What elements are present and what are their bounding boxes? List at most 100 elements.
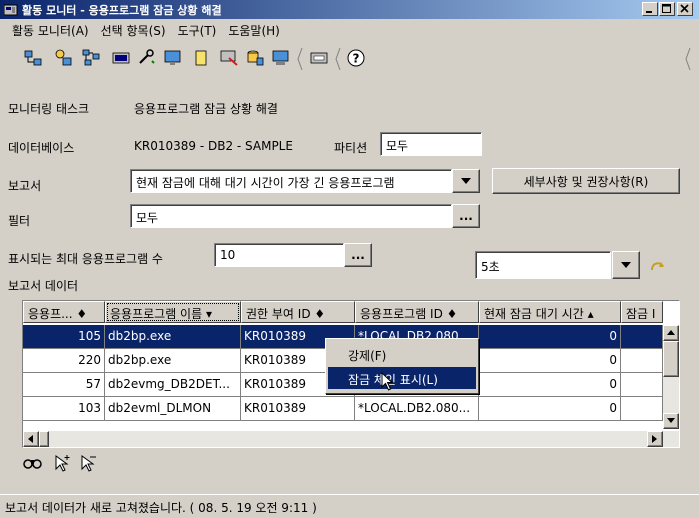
pointer-icon: [81, 455, 96, 472]
note-button[interactable]: [190, 47, 212, 69]
database-label: 데이터베이스: [8, 141, 75, 155]
note-icon: [195, 50, 207, 66]
report-select[interactable]: 현재 잠금에 대해 대기 시간이 가장 긴 응용프로그램: [130, 169, 452, 193]
terminal-icon: [112, 52, 130, 64]
partition-label: 파티션: [334, 141, 368, 155]
filter-browse-button[interactable]: ...: [452, 204, 480, 228]
cell-lock: [621, 349, 663, 373]
max-apps-label: 표시되는 최대 응용프로그램 수: [8, 252, 163, 266]
cell-app-handle: 103: [23, 397, 105, 421]
horizontal-scrollbar[interactable]: [23, 431, 679, 447]
table-row[interactable]: 103 db2evml_DLMON KR010389 *LOCAL.DB2.08…: [23, 397, 663, 421]
vertical-scroll-thumb[interactable]: [663, 341, 679, 377]
minimize-icon: [646, 11, 652, 13]
computer-icon: [272, 50, 289, 65]
data-button[interactable]: [218, 47, 240, 69]
scroll-left-button[interactable]: [23, 431, 39, 447]
column-header-app-name[interactable]: 응용프로그램 이름 ▾: [105, 301, 241, 323]
chevron-down-icon: [461, 178, 471, 184]
toolbar: ?: [0, 43, 699, 75]
data-icon: [220, 50, 238, 66]
wrench-button[interactable]: [136, 47, 158, 69]
binoculars-icon: [23, 459, 42, 469]
window-icon: [310, 52, 328, 64]
column-header-auth-id[interactable]: 권한 부여 ID ♦: [241, 301, 355, 323]
arrow-down-icon: [667, 418, 675, 423]
max-apps-browse-button[interactable]: ...: [344, 243, 372, 267]
details-recommendations-button[interactable]: 세부사항 및 권장사항(R): [492, 168, 680, 194]
cell-app-handle: 57: [23, 373, 105, 397]
cell-lock-wait-time: 0: [479, 397, 621, 421]
filter-field[interactable]: 모두: [130, 204, 452, 228]
close-button[interactable]: [677, 2, 693, 16]
toolbar-separator-2: [334, 47, 342, 71]
scroll-down-button[interactable]: [663, 413, 679, 429]
help-button[interactable]: ?: [345, 47, 367, 69]
cell-lock-wait-time: 0: [479, 325, 621, 349]
find-button[interactable]: [22, 452, 44, 474]
context-menu: 강제(F) 잠금 체인 표시(L): [325, 338, 479, 394]
minimize-button[interactable]: [642, 2, 658, 16]
cell-lock-wait-time: 0: [479, 349, 621, 373]
status-bar: 보고서 데이터가 새로 고쳐졌습니다. ( 08. 5. 19 오전 9:11 …: [0, 494, 699, 518]
refresh-icon: [650, 262, 664, 271]
monitor-settings-icon: [164, 50, 181, 65]
column-header-app-handle[interactable]: 응용프... ♦: [23, 301, 105, 323]
cell-app-name: db2evml_DLMON: [105, 397, 241, 421]
deselect-pointer-button[interactable]: [78, 452, 100, 474]
refresh-dropdown-button[interactable]: [612, 251, 640, 279]
horizontal-scroll-thumb[interactable]: [39, 431, 49, 447]
connect-button[interactable]: [22, 47, 44, 69]
cell-app-handle: 220: [23, 349, 105, 373]
toolbar-end: [684, 47, 692, 71]
report-dropdown-button[interactable]: [452, 169, 480, 193]
menu-tools[interactable]: 도구(T): [172, 22, 223, 39]
column-header-lock[interactable]: 잠금 I: [621, 301, 663, 323]
menu-help[interactable]: 도움말(H): [222, 22, 286, 39]
window-button[interactable]: [308, 47, 330, 69]
cell-lock-wait-time: 0: [479, 373, 621, 397]
network-button[interactable]: [80, 47, 102, 69]
database-value: KR010389 - DB2 - SAMPLE: [134, 139, 293, 153]
menu-activity-monitor[interactable]: 활동 모니터(A): [6, 22, 95, 39]
maximize-icon: [662, 4, 671, 13]
max-apps-field[interactable]: 10: [214, 243, 344, 267]
column-header-app-id[interactable]: 응용프로그램 ID ♦: [355, 301, 479, 323]
network-icon: [82, 49, 100, 66]
filter-label: 필터: [8, 214, 31, 228]
database-button[interactable]: [244, 47, 266, 69]
wrench-icon: [139, 49, 155, 64]
mouse-cursor-icon: [381, 371, 395, 392]
terminal-button[interactable]: [110, 47, 132, 69]
title-bar: 활동 모니터 - 응용프로그램 잠금 상황 해결: [0, 0, 699, 19]
context-menu-force[interactable]: 강제(F): [328, 343, 476, 365]
database-icon: [247, 50, 264, 66]
refresh-interval-select[interactable]: 5초: [475, 251, 611, 279]
menu-selected[interactable]: 선택 항목(S): [95, 22, 172, 39]
monitor-settings-button[interactable]: [162, 47, 184, 69]
computer-button[interactable]: [270, 47, 292, 69]
arrow-left-icon: [28, 435, 33, 443]
scroll-right-button[interactable]: [647, 431, 663, 447]
vertical-scrollbar[interactable]: [663, 325, 679, 429]
scroll-up-button[interactable]: [663, 325, 679, 341]
column-header-lock-wait-time[interactable]: 현재 잠금 대기 시간 ▴: [479, 301, 621, 323]
context-menu-show-lock-chain[interactable]: 잠금 체인 표시(L): [328, 367, 476, 389]
tree-button[interactable]: [52, 47, 74, 69]
maximize-button[interactable]: [659, 2, 675, 16]
arrow-up-icon: [667, 330, 675, 335]
refresh-button[interactable]: [648, 258, 668, 276]
connect-icon: [24, 50, 42, 66]
menu-bar: 활동 모니터(A) 선택 항목(S) 도구(T) 도움말(H): [0, 20, 699, 40]
cell-app-name: db2bp.exe: [105, 349, 241, 373]
select-pointer-button[interactable]: [52, 452, 74, 474]
cell-lock: [621, 373, 663, 397]
report-label: 보고서: [8, 179, 42, 193]
cell-app-id: *LOCAL.DB2.080...: [355, 397, 479, 421]
status-text: 보고서 데이터가 새로 고쳐졌습니다. ( 08. 5. 19 오전 9:11 …: [5, 501, 317, 515]
partition-field[interactable]: 모두: [380, 132, 482, 156]
window-title: 활동 모니터 - 응용프로그램 잠금 상황 해결: [22, 3, 222, 17]
app-icon: [4, 4, 18, 15]
cell-lock: [621, 397, 663, 421]
tree-icon: [55, 49, 72, 66]
